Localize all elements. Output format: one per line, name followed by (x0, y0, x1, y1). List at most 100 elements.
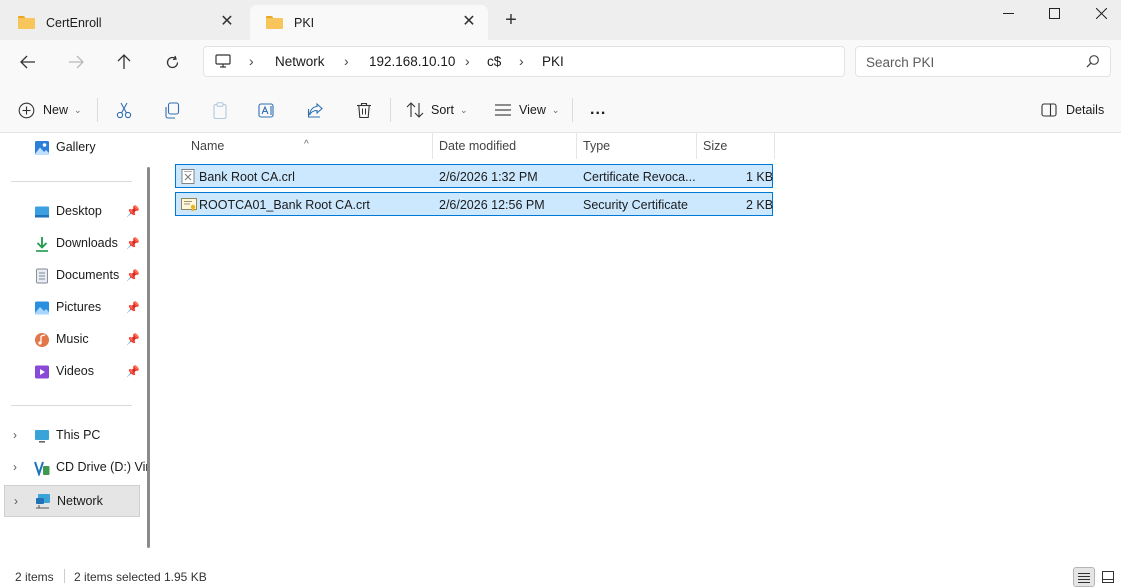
file-name: ROOTCA01_Bank Root CA.crt (199, 198, 370, 212)
sidebar-item-videos[interactable]: Videos 📌 (4, 360, 140, 384)
clipboard-icon (213, 101, 227, 119)
new-tab-button[interactable]: + (501, 10, 521, 30)
column-header-type[interactable]: Type (583, 139, 610, 153)
sidebar-item-this-pc[interactable]: › This PC (4, 424, 140, 448)
sidebar-item-music[interactable]: Music 📌 (4, 328, 140, 352)
maximize-button[interactable] (1031, 0, 1077, 26)
sidebar-item-downloads[interactable]: Downloads 📌 (4, 232, 140, 256)
tab-label: PKI (294, 15, 315, 30)
new-button[interactable]: New ⌄ (18, 98, 82, 122)
up-button[interactable] (109, 49, 139, 75)
column-header-size[interactable]: Size (703, 139, 727, 153)
search-input[interactable] (866, 53, 1066, 71)
certificate-file-icon (181, 198, 197, 212)
close-tab-icon[interactable]: ✕ (460, 13, 478, 31)
sidebar-item-cd-drive[interactable]: › CD Drive (D:) Vir (4, 456, 150, 480)
pin-icon[interactable]: 📌 (126, 301, 140, 314)
column-headers: ^ Name Date modified Type Size (159, 133, 779, 159)
column-divider[interactable] (432, 133, 433, 159)
forward-button[interactable] (61, 49, 91, 75)
view-button[interactable]: View ⌄ (494, 98, 559, 122)
pin-icon[interactable]: 📌 (126, 365, 140, 378)
music-icon (35, 333, 49, 347)
column-divider[interactable] (576, 133, 577, 159)
file-date: 2/6/2026 12:56 PM (439, 198, 545, 212)
divider (572, 98, 573, 122)
close-icon (1095, 7, 1107, 19)
share-button[interactable] (307, 98, 324, 122)
item-count: 2 items (15, 570, 54, 584)
sidebar-item-documents[interactable]: Documents 📌 (4, 264, 140, 288)
refresh-button[interactable] (157, 49, 187, 75)
refresh-icon (166, 55, 178, 68)
share-icon (307, 102, 323, 118)
more-options-button[interactable]: ... (590, 98, 606, 122)
table-row[interactable]: Bank Root CA.crl 2/6/2026 1:32 PM Certif… (175, 164, 773, 188)
sidebar-scrollbar[interactable] (147, 167, 150, 548)
sidebar-item-label: Desktop (56, 204, 102, 218)
delete-button[interactable] (356, 98, 372, 122)
cd-drive-icon (34, 461, 50, 476)
pin-icon[interactable]: 📌 (126, 333, 140, 346)
sort-button[interactable]: Sort ⌄ (406, 98, 467, 122)
column-header-date[interactable]: Date modified (439, 139, 516, 153)
column-divider[interactable] (696, 133, 697, 159)
address-bar[interactable]: › Network › 192.168.10.10 › c$ › PKI (203, 46, 845, 77)
breadcrumb-network[interactable]: Network (275, 54, 325, 69)
command-bar: New ⌄ Sort ⌄ View ⌄ ... Details (0, 86, 1121, 133)
pin-icon[interactable]: 📌 (126, 205, 140, 218)
tab-label: CertEnroll (46, 15, 102, 30)
file-list: ^ Name Date modified Type Size Bank Root… (159, 133, 1121, 564)
breadcrumb-host[interactable]: 192.168.10.10 (369, 54, 455, 69)
plus-circle-icon (18, 102, 35, 118)
column-divider[interactable] (774, 133, 775, 159)
sort-ascending-icon: ^ (304, 139, 309, 150)
paste-button[interactable] (212, 98, 228, 122)
sidebar-item-label: This PC (56, 428, 101, 442)
chevron-right-icon[interactable]: › (344, 53, 349, 69)
chevron-right-icon[interactable]: › (13, 460, 17, 474)
sidebar-item-gallery[interactable]: Gallery (4, 136, 140, 160)
tiles-view-button[interactable] (1097, 567, 1119, 587)
close-window-button[interactable] (1078, 0, 1121, 26)
this-pc-icon (35, 430, 49, 443)
sidebar-item-network[interactable]: › Network (4, 485, 140, 517)
chevron-right-icon[interactable]: › (519, 53, 524, 69)
tiles-view-icon (1102, 571, 1114, 583)
column-header-name[interactable]: Name (191, 139, 224, 153)
details-button[interactable]: Details (1041, 98, 1104, 122)
pin-icon[interactable]: 📌 (126, 269, 140, 282)
tab-pki[interactable]: PKI ✕ (250, 5, 488, 40)
tab-certenroll[interactable]: CertEnroll ✕ (2, 5, 246, 40)
back-button[interactable] (13, 49, 43, 75)
cut-button[interactable] (116, 98, 132, 122)
file-date: 2/6/2026 1:32 PM (439, 170, 538, 184)
sidebar-item-desktop[interactable]: Desktop 📌 (4, 200, 140, 224)
sidebar-item-label: Music (56, 332, 89, 346)
network-icon (36, 494, 50, 509)
monitor-icon[interactable] (215, 54, 231, 71)
breadcrumb-folder[interactable]: PKI (542, 54, 564, 69)
sidebar-item-pictures[interactable]: Pictures 📌 (4, 296, 140, 320)
breadcrumb-share[interactable]: c$ (487, 54, 501, 69)
rename-icon (258, 102, 274, 118)
rename-button[interactable] (258, 98, 276, 122)
address-row: › Network › 192.168.10.10 › c$ › PKI (0, 40, 1121, 86)
pin-icon[interactable]: 📌 (126, 237, 140, 250)
chevron-right-icon[interactable]: › (14, 494, 18, 508)
search-box[interactable] (855, 46, 1111, 77)
sidebar-item-label: Network (57, 494, 103, 508)
chevron-right-icon[interactable]: › (465, 53, 470, 69)
sidebar-item-label: Pictures (56, 300, 102, 314)
file-name: Bank Root CA.crl (199, 170, 295, 184)
status-bar: 2 items 2 items selected 1.95 KB (0, 564, 1121, 587)
copy-button[interactable] (164, 98, 180, 122)
chevron-right-icon[interactable]: › (13, 428, 17, 442)
arrow-left-icon (20, 55, 35, 69)
minimize-button[interactable] (985, 0, 1031, 26)
details-view-button[interactable] (1073, 567, 1095, 587)
table-row[interactable]: ROOTCA01_Bank Root CA.crt 2/6/2026 12:56… (175, 192, 773, 216)
close-tab-icon[interactable]: ✕ (218, 13, 236, 31)
minimize-icon (1002, 12, 1014, 14)
chevron-right-icon[interactable]: › (249, 53, 254, 69)
